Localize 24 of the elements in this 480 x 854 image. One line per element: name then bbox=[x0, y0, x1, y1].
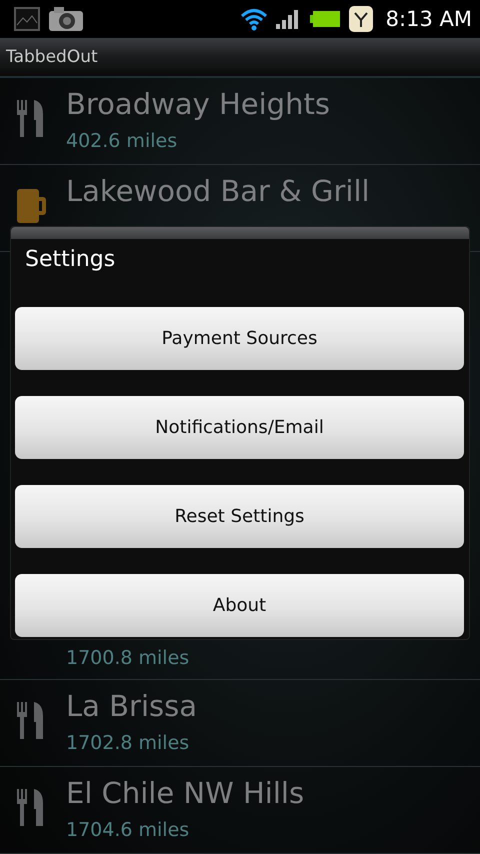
venue-row[interactable]: El Chile NW Hills 1704.6 miles bbox=[0, 767, 480, 854]
battery-icon bbox=[310, 10, 340, 28]
venue-name: Broadway Heights bbox=[66, 86, 331, 123]
fork-knife-icon bbox=[16, 98, 46, 138]
app-title: TabbedOut bbox=[6, 47, 98, 67]
camera-icon bbox=[48, 6, 84, 32]
settings-button[interactable]: About bbox=[15, 574, 464, 637]
fork-knife-icon bbox=[16, 700, 46, 740]
venue-distance: 1700.8 miles bbox=[66, 646, 190, 671]
settings-button[interactable]: Reset Settings bbox=[15, 485, 464, 548]
venue-row[interactable]: Broadway Heights 402.6 miles bbox=[0, 78, 480, 165]
venue-row[interactable]: La Brissa 1702.8 miles bbox=[0, 680, 480, 767]
venue-name: El Chile NW Hills bbox=[66, 775, 306, 812]
picture-icon bbox=[14, 7, 40, 31]
settings-button[interactable]: Notifications/Email bbox=[15, 396, 464, 459]
settings-button[interactable]: Payment Sources bbox=[15, 307, 464, 370]
venue-name: La Brissa bbox=[66, 688, 198, 725]
fork-knife-icon bbox=[16, 787, 46, 827]
status-time: 8:13 AM bbox=[386, 7, 472, 31]
venue-distance: 402.6 miles bbox=[66, 129, 178, 154]
venue-distance: 1704.6 miles bbox=[66, 818, 190, 843]
wifi-icon bbox=[240, 7, 268, 31]
venue-name: Lakewood Bar & Grill bbox=[66, 173, 371, 210]
venue-distance: 1702.8 miles bbox=[66, 731, 190, 756]
